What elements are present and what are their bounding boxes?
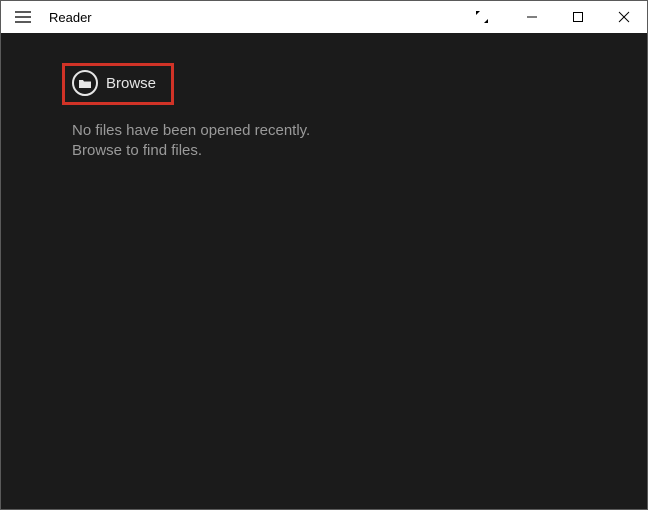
titlebar: Reader [1,1,647,33]
folder-icon-svg [78,78,92,89]
window-controls [459,1,647,33]
folder-icon [72,70,98,96]
browse-button[interactable]: Browse [72,70,156,96]
maximize-icon [572,11,584,23]
browse-label: Browse [106,75,156,92]
empty-line-2: Browse to find files. [72,141,310,161]
app-window: Reader [0,0,648,510]
app-title: Reader [49,10,92,25]
content-area: Browse No files have been opened recentl… [1,33,647,509]
empty-state-text: No files have been opened recently. Brow… [72,121,310,162]
maximize-button[interactable] [555,1,601,33]
fullscreen-button[interactable] [459,1,505,33]
hamburger-menu-button[interactable] [1,1,45,33]
empty-line-1: No files have been opened recently. [72,121,310,141]
fullscreen-icon [475,10,489,24]
close-button[interactable] [601,1,647,33]
hamburger-icon [15,11,31,23]
close-icon [618,11,630,23]
minimize-icon [526,11,538,23]
minimize-button[interactable] [509,1,555,33]
